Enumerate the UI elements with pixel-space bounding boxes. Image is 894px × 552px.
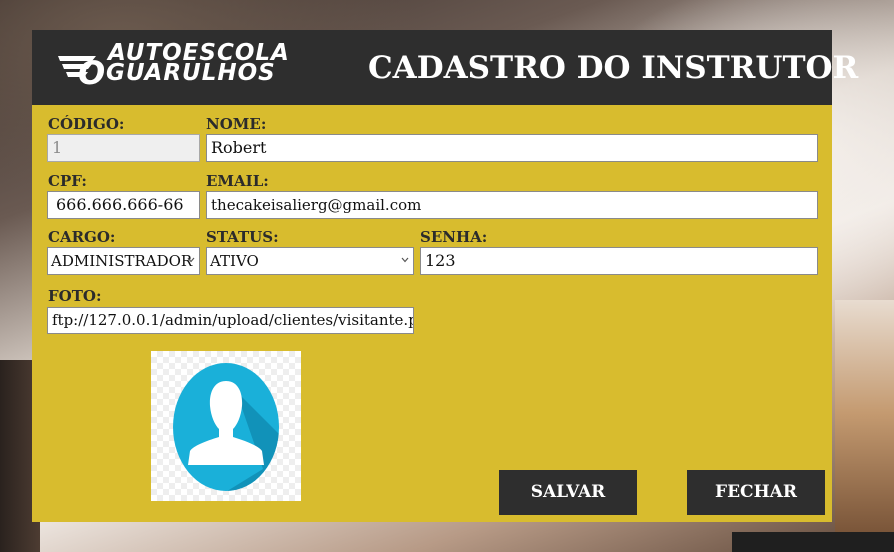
senha-label: SENHA: (420, 228, 488, 246)
cargo-label: CARGO: (48, 228, 116, 246)
foto-url-field[interactable]: ftp://127.0.0.1/admin/upload/clientes/vi… (47, 307, 414, 334)
logo-o: O (78, 54, 106, 92)
senha-field[interactable]: 123 (420, 247, 818, 275)
instructor-form-panel: O AUTOESCOLA GUARULHOS CADASTRO DO INSTR… (32, 30, 858, 522)
codigo-field[interactable]: 1 (47, 134, 200, 162)
background-strip (732, 532, 894, 552)
chevron-down-icon (187, 257, 195, 263)
form-header: O AUTOESCOLA GUARULHOS CADASTRO DO INSTR… (32, 30, 858, 105)
user-avatar-icon (173, 363, 279, 491)
status-label: STATUS: (206, 228, 279, 246)
cpf-label: CPF: (48, 172, 87, 190)
status-select[interactable]: ATIVO (206, 247, 414, 275)
nome-field[interactable]: Robert (206, 134, 818, 162)
nome-label: NOME: (206, 115, 267, 133)
cargo-select-value: ADMINISTRADOR (51, 252, 193, 270)
logo-text-line2: GUARULHOS (106, 60, 276, 86)
background-seat (835, 300, 894, 552)
cargo-select[interactable]: ADMINISTRADOR (47, 247, 200, 275)
chevron-down-icon (401, 257, 409, 263)
page-title: CADASTRO DO INSTRUTOR (368, 50, 859, 86)
foto-label: FOTO: (48, 287, 102, 305)
email-label: EMAIL: (206, 172, 269, 190)
codigo-label: CÓDIGO: (48, 115, 125, 133)
photo-preview[interactable] (151, 351, 301, 501)
autoescola-logo: O AUTOESCOLA GUARULHOS (56, 42, 328, 92)
save-button[interactable]: SALVAR (499, 470, 637, 515)
email-field[interactable]: thecakeisalierg@gmail.com (206, 191, 818, 219)
status-select-value: ATIVO (210, 252, 259, 270)
close-button[interactable]: FECHAR (687, 470, 825, 515)
cpf-field[interactable]: 666.666.666-66 (47, 191, 200, 219)
